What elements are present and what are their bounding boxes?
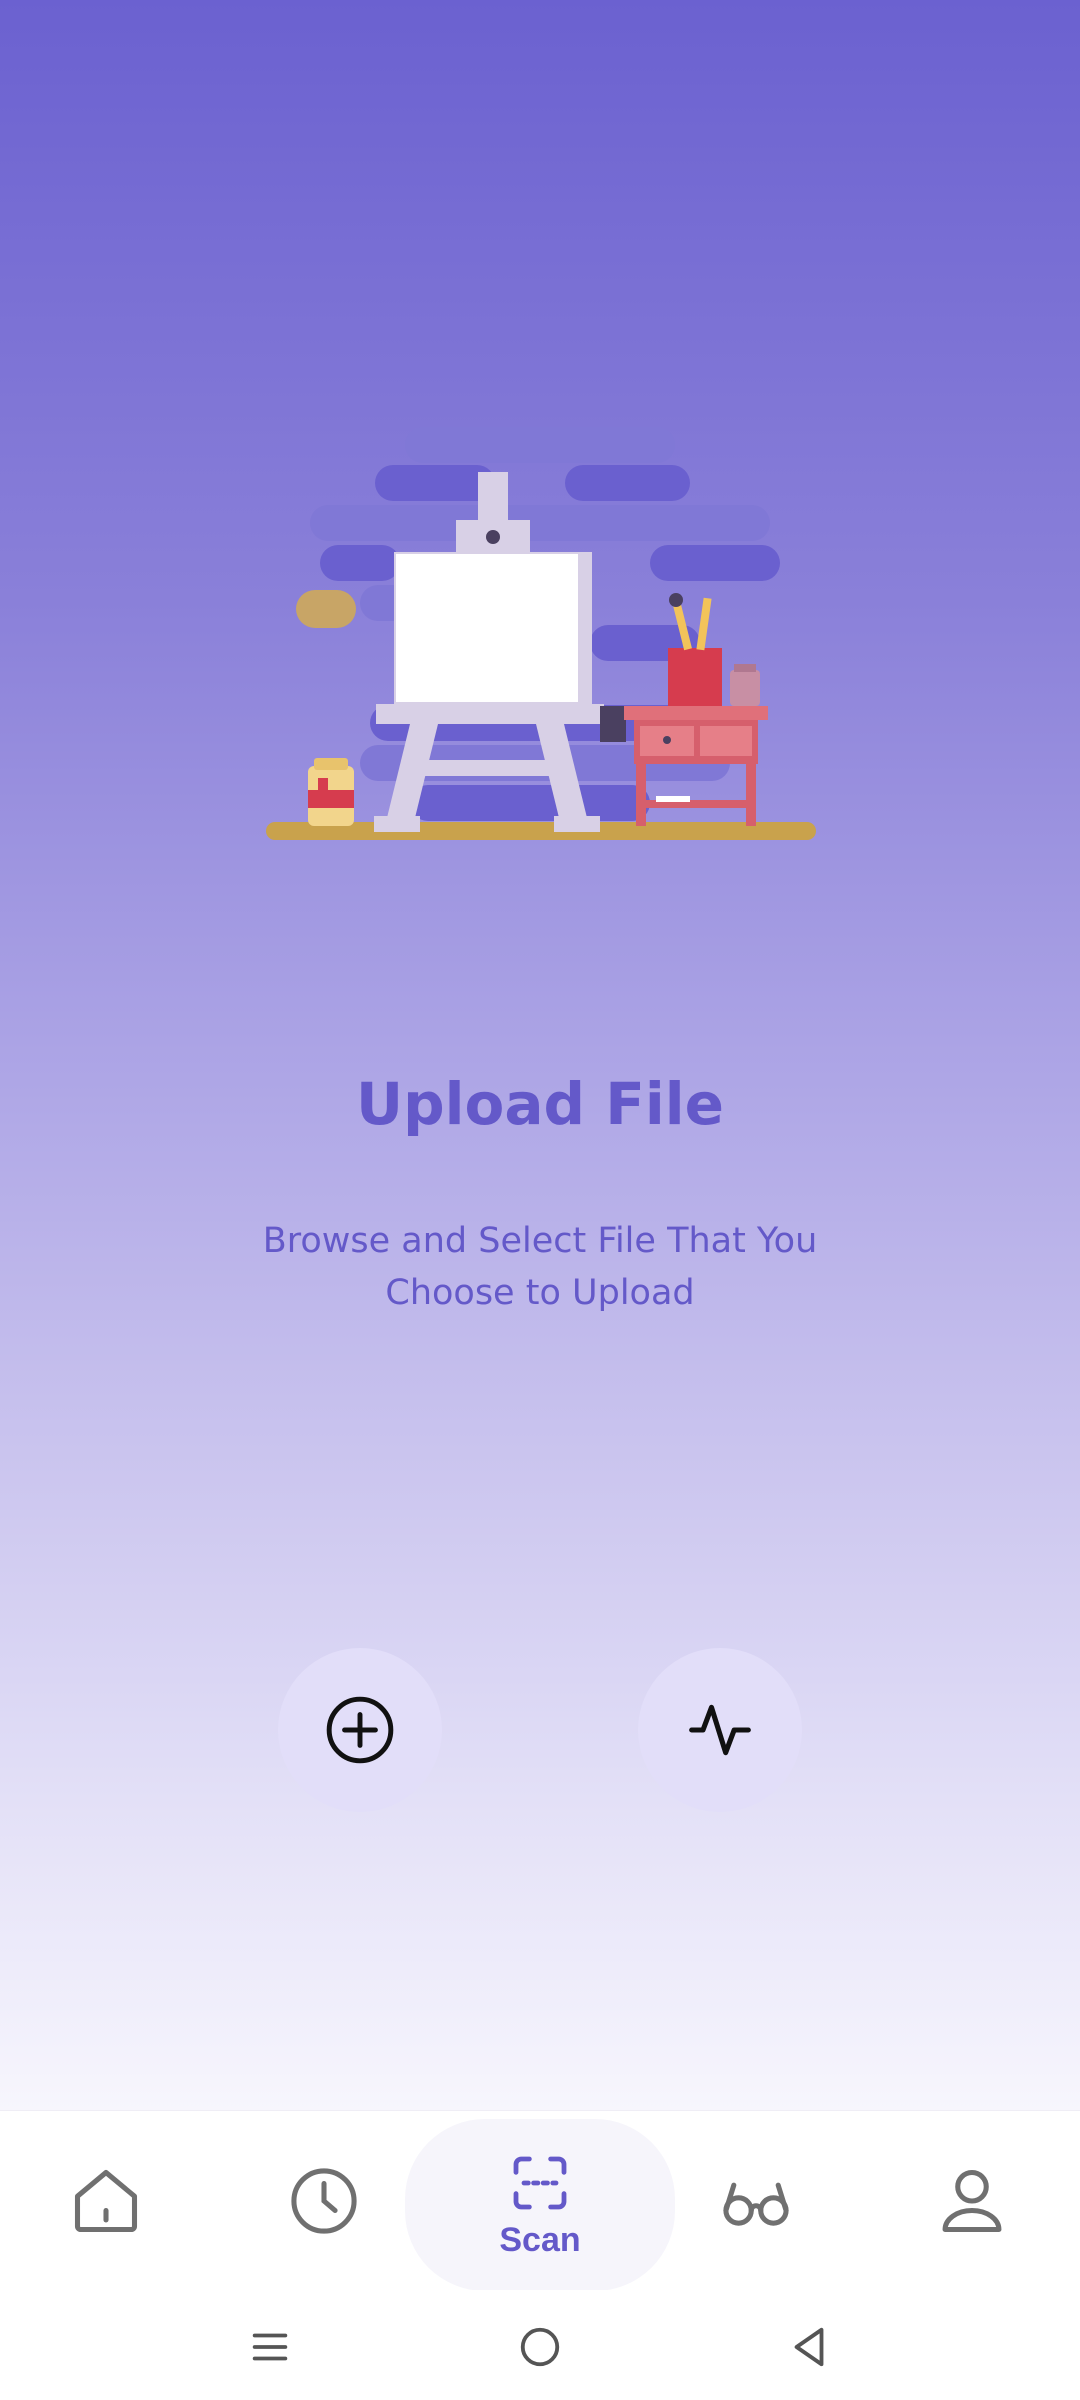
nav-scan[interactable]: Scan [405,2119,675,2291]
add-file-button[interactable] [278,1648,442,1812]
subtitle-line-2: Choose to Upload [385,1273,695,1313]
subtitle-line-1: Browse and Select File That You [262,1221,818,1261]
page-title: Upload File [356,1070,724,1138]
plus-circle-icon [326,1696,394,1764]
bottom-navigation: Scan [0,2110,1080,2291]
circle-home-icon [520,2327,560,2367]
nav-scan-label: Scan [499,2220,581,2259]
easel-illustration [260,420,820,850]
menu-icon [252,2333,288,2361]
home-icon [74,2169,138,2233]
glasses-icon [723,2182,789,2226]
user-icon [942,2169,1002,2233]
activity-button[interactable] [638,1648,802,1812]
scan-icon [513,2156,567,2209]
nav-history[interactable] [264,2111,384,2291]
activity-icon [689,1704,751,1756]
page-subtitle: Browse and Select File That You Choose t… [0,1215,1080,1319]
system-navigation-bar [0,2290,1080,2400]
back-triangle-icon [794,2327,824,2367]
system-recents-button[interactable] [230,2312,310,2382]
nav-glasses[interactable] [696,2111,816,2291]
nav-home[interactable] [46,2111,166,2291]
system-home-button[interactable] [500,2312,580,2382]
nav-profile[interactable] [912,2111,1032,2291]
clock-icon [291,2168,357,2234]
system-back-button[interactable] [770,2312,850,2382]
